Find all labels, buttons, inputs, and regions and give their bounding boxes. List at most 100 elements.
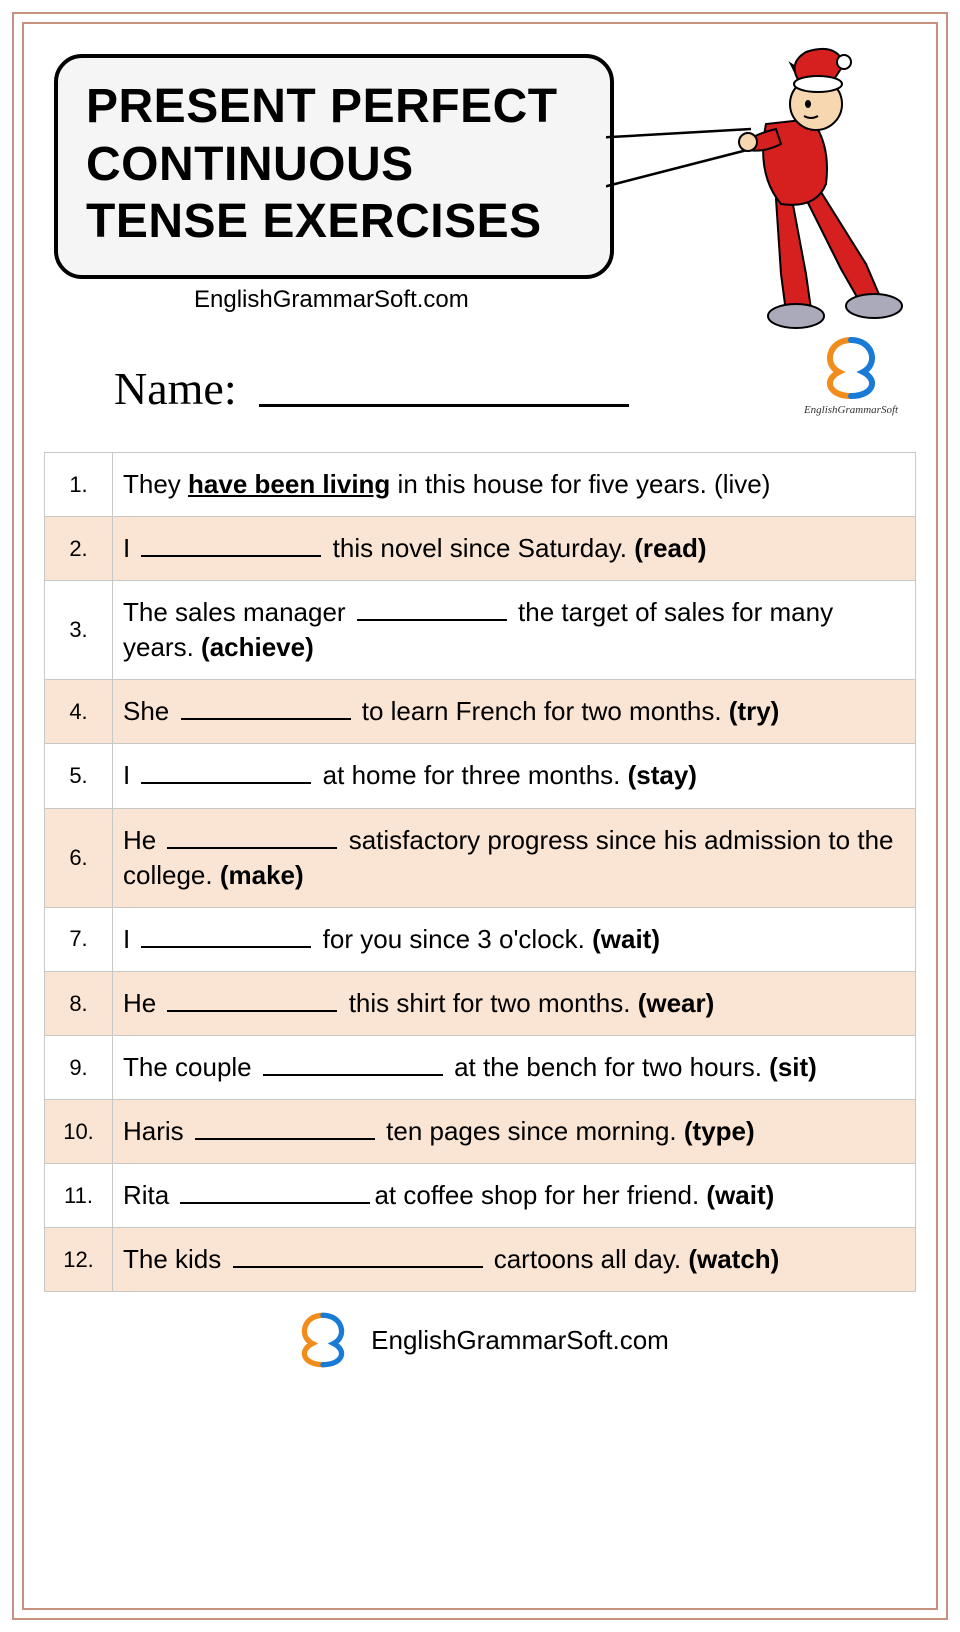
question-pre: I [123, 533, 137, 563]
question-post: at coffee shop for her friend. [374, 1180, 706, 1210]
verb-hint: (live) [714, 469, 770, 499]
answer-blank[interactable] [141, 531, 321, 557]
verb-hint: (wear) [638, 988, 715, 1018]
question-number: 6. [45, 808, 113, 907]
table-row: 4.She to learn French for two months. (t… [45, 680, 916, 744]
question-text: The sales manager the target of sales fo… [113, 581, 916, 680]
table-row: 5.I at home for three months. (stay) [45, 744, 916, 808]
question-number: 4. [45, 680, 113, 744]
question-pre: The sales manager [123, 597, 353, 627]
question-post: in this house for five years. [390, 469, 714, 499]
question-pre: He [123, 988, 163, 1018]
table-row: 12.The kids cartoons all day. (watch) [45, 1228, 916, 1292]
title-line-2: CONTINUOUS [86, 136, 582, 194]
answer-blank[interactable] [167, 823, 337, 849]
question-post: at home for three months. [315, 760, 627, 790]
table-row: 3.The sales manager the target of sales … [45, 581, 916, 680]
table-row: 11.Rita at coffee shop for her friend. (… [45, 1164, 916, 1228]
logo-small: EnglishGrammarSoft [796, 334, 906, 416]
question-pre: He [123, 825, 163, 855]
question-pre: I [123, 924, 137, 954]
verb-hint: (type) [684, 1116, 755, 1146]
question-pre: She [123, 696, 177, 726]
exercise-table: 1.They have been living in this house fo… [44, 452, 916, 1292]
question-number: 3. [45, 581, 113, 680]
question-text: I for you since 3 o'clock. (wait) [113, 907, 916, 971]
question-post: this shirt for two months. [341, 988, 637, 1018]
question-pre: I [123, 760, 137, 790]
question-post: ten pages since morning. [379, 1116, 684, 1146]
table-row: 10.Haris ten pages since morning. (type) [45, 1100, 916, 1164]
question-number: 12. [45, 1228, 113, 1292]
question-text: The couple at the bench for two hours. (… [113, 1035, 916, 1099]
question-text: Rita at coffee shop for her friend. (wai… [113, 1164, 916, 1228]
table-row: 7.I for you since 3 o'clock. (wait) [45, 907, 916, 971]
question-pre: Rita [123, 1180, 176, 1210]
question-post: cartoons all day. [487, 1244, 689, 1274]
question-number: 8. [45, 971, 113, 1035]
question-text: They have been living in this house for … [113, 453, 916, 517]
question-text: He satisfactory progress since his admis… [113, 808, 916, 907]
table-row: 6.He satisfactory progress since his adm… [45, 808, 916, 907]
name-label: Name: [114, 362, 237, 415]
answer-blank[interactable] [181, 694, 351, 720]
logo-caption: EnglishGrammarSoft [796, 404, 906, 416]
question-pre: Haris [123, 1116, 191, 1146]
question-number: 7. [45, 907, 113, 971]
website-label-top: EnglishGrammarSoft.com [194, 286, 469, 314]
verb-hint: (achieve) [201, 632, 314, 662]
answer-blank[interactable] [141, 758, 311, 784]
verb-hint: (make) [220, 860, 304, 890]
question-text: Haris ten pages since morning. (type) [113, 1100, 916, 1164]
answer-blank[interactable] [180, 1178, 370, 1204]
verb-hint: (try) [729, 696, 780, 726]
example-answer: have been living [188, 469, 390, 499]
answer-blank[interactable] [167, 986, 337, 1012]
table-row: 1.They have been living in this house fo… [45, 453, 916, 517]
verb-hint: (stay) [628, 760, 697, 790]
table-row: 2.I this novel since Saturday. (read) [45, 517, 916, 581]
title-box: PRESENT PERFECT CONTINUOUS TENSE EXERCIS… [54, 54, 614, 279]
question-number: 2. [45, 517, 113, 581]
question-text: I at home for three months. (stay) [113, 744, 916, 808]
verb-hint: (sit) [769, 1052, 817, 1082]
question-number: 9. [45, 1035, 113, 1099]
question-post: at the bench for two hours. [447, 1052, 769, 1082]
question-text: She to learn French for two months. (try… [113, 680, 916, 744]
question-number: 5. [45, 744, 113, 808]
table-row: 8. He this shirt for two months. (wear) [45, 971, 916, 1035]
name-input-line[interactable] [259, 404, 629, 407]
answer-blank[interactable] [141, 922, 311, 948]
answer-blank[interactable] [195, 1114, 375, 1140]
question-post: for you since 3 o'clock. [315, 924, 592, 954]
verb-hint: (read) [634, 533, 706, 563]
answer-blank[interactable] [233, 1242, 483, 1268]
footer: EnglishGrammarSoft.com [44, 1310, 916, 1375]
name-row: Name: EnglishGrammarSoft [44, 354, 916, 444]
verb-hint: (wait) [592, 924, 660, 954]
question-post: this novel since Saturday. [325, 533, 634, 563]
question-post: to learn French for two months. [355, 696, 729, 726]
question-text: The kids cartoons all day. (watch) [113, 1228, 916, 1292]
answer-blank[interactable] [263, 1050, 443, 1076]
logo-swirl-icon [815, 334, 887, 402]
cartoon-pulling-icon [606, 34, 926, 334]
question-text: I this novel since Saturday. (read) [113, 517, 916, 581]
question-number: 1. [45, 453, 113, 517]
logo-swirl-icon [291, 1310, 355, 1370]
question-number: 10. [45, 1100, 113, 1164]
inner-border: PRESENT PERFECT CONTINUOUS TENSE EXERCIS… [22, 22, 938, 1610]
question-pre: The kids [123, 1244, 229, 1274]
verb-hint: (wait) [706, 1180, 774, 1210]
outer-border: PRESENT PERFECT CONTINUOUS TENSE EXERCIS… [12, 12, 948, 1620]
answer-blank[interactable] [357, 595, 507, 621]
verb-hint: (watch) [688, 1244, 779, 1274]
title-line-3: TENSE EXERCISES [86, 193, 582, 251]
question-pre: They [123, 469, 188, 499]
table-row: 9.The couple at the bench for two hours.… [45, 1035, 916, 1099]
website-label-footer: EnglishGrammarSoft.com [371, 1325, 669, 1356]
header: PRESENT PERFECT CONTINUOUS TENSE EXERCIS… [44, 44, 916, 334]
question-number: 11. [45, 1164, 113, 1228]
title-line-1: PRESENT PERFECT [86, 78, 582, 136]
question-pre: The couple [123, 1052, 259, 1082]
